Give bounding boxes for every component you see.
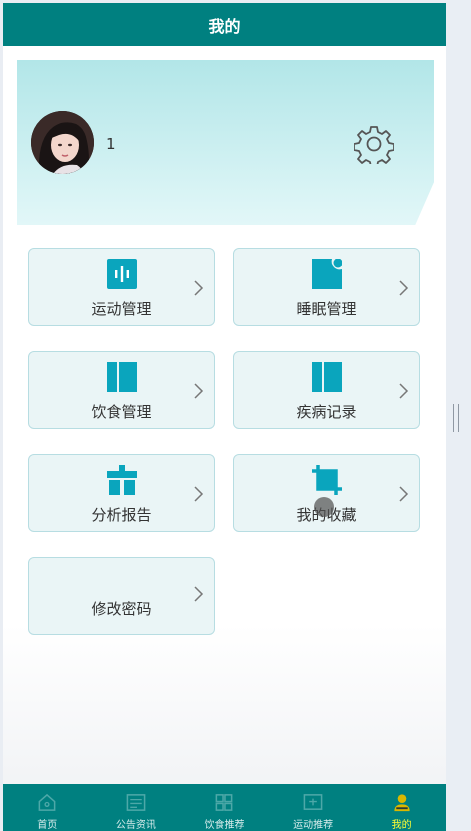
tab-label: 公告资讯: [115, 820, 156, 831]
menu-tile-label: 睡眠管理: [296, 300, 357, 318]
menu-tile-exercise[interactable]: 运动管理: [28, 248, 215, 326]
chevron-right-icon: [399, 486, 409, 502]
page-title: 我的: [208, 16, 241, 36]
chevron-right-icon: [194, 486, 204, 502]
menu-tile-label: 分析报告: [91, 506, 152, 524]
menu-tile-label: 疾病记录: [296, 403, 357, 421]
home-icon: [38, 793, 56, 811]
tab-label: 我的: [391, 820, 412, 831]
page-header: 我的: [3, 3, 446, 46]
tab-label: 首页: [37, 820, 58, 831]
menu-tile-diet[interactable]: 饮食管理: [28, 351, 215, 429]
chevron-right-icon: [399, 280, 409, 296]
tab-label: 饮食推荐: [204, 820, 245, 831]
touch-cursor: [314, 497, 334, 517]
avatar-image: [31, 111, 94, 174]
menu-tile-favorites[interactable]: 我的收藏: [233, 454, 420, 532]
notification-square-icon: [311, 259, 342, 289]
news-icon: [126, 794, 146, 811]
chevron-right-icon: [194, 280, 204, 296]
person-icon: [394, 794, 410, 812]
crop-icon: [311, 465, 342, 495]
tab-exercise-recommend[interactable]: 运动推荐: [269, 784, 358, 831]
chevron-right-icon: [194, 586, 204, 602]
avatar[interactable]: [31, 111, 94, 174]
menu-tile-change-password[interactable]: 修改密码: [28, 557, 215, 635]
menu-tile-label: 运动管理: [91, 300, 152, 318]
book-panel-icon: [311, 362, 342, 392]
tab-label: 运动推荐: [293, 820, 334, 831]
resize-handle[interactable]: [453, 404, 459, 432]
tab-home[interactable]: 首页: [3, 784, 92, 831]
profile-card: 1: [17, 60, 434, 225]
chevron-right-icon: [194, 383, 204, 399]
tab-mine[interactable]: 我的: [357, 784, 446, 831]
menu-tile-sleep[interactable]: 睡眠管理: [233, 248, 420, 326]
grid-icon: [216, 794, 233, 811]
menu-tile-label: 修改密码: [91, 600, 152, 618]
board-icon: [303, 794, 323, 810]
menu-tile-disease[interactable]: 疾病记录: [233, 351, 420, 429]
gear-icon: [353, 126, 395, 168]
book-panel-icon: [106, 362, 137, 392]
app-frame: 我的 1 运动管理 睡眠管理 饮食管理 疾病记录 分析报告 修改密码 首页 公告…: [3, 3, 446, 831]
chevron-right-icon: [399, 383, 409, 399]
waveform-icon: [106, 259, 137, 289]
tab-news[interactable]: 公告资讯: [92, 784, 181, 831]
bottom-tab-bar: 首页 公告资讯 饮食推荐 运动推荐 我的: [3, 784, 446, 831]
tab-diet-recommend[interactable]: 饮食推荐: [180, 784, 269, 831]
settings-button[interactable]: [353, 124, 395, 168]
menu-tile-report[interactable]: 分析报告: [28, 454, 215, 532]
toolbox-icon: [106, 465, 137, 495]
menu-tile-label: 饮食管理: [91, 403, 152, 421]
user-name: 1: [106, 135, 116, 153]
